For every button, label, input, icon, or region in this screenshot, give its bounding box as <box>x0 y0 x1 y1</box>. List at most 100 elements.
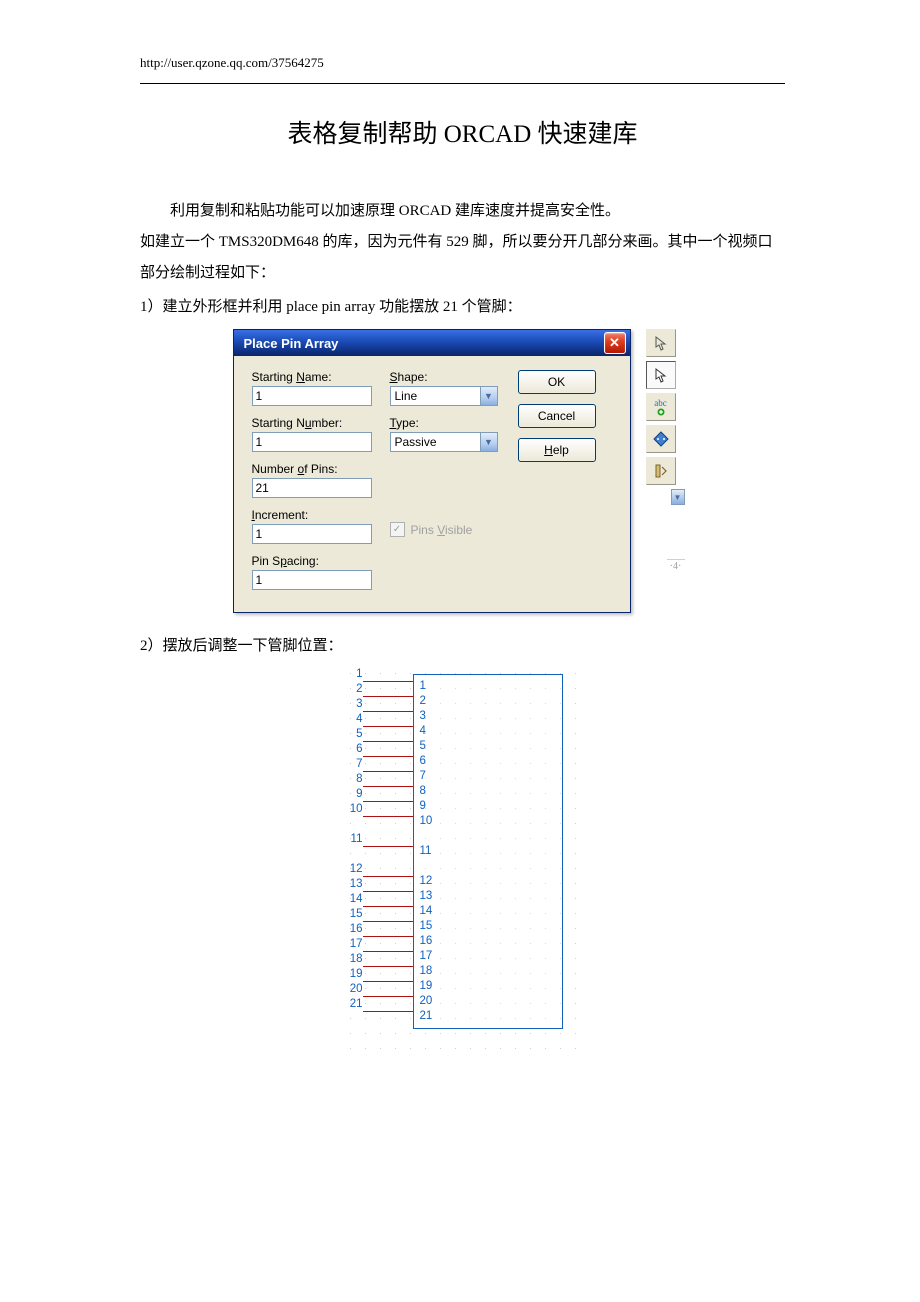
chevron-down-icon: ▼ <box>480 433 497 451</box>
pin-spacing-input[interactable] <box>252 570 372 590</box>
pin-line <box>363 1011 413 1012</box>
number-of-pins-input[interactable] <box>252 478 372 498</box>
pin-line <box>363 996 413 997</box>
pins-visible-checkbox: ✓ Pins Visible <box>390 522 498 537</box>
abc-text-tool-icon[interactable]: abc <box>646 393 676 421</box>
pin-number: 17 <box>343 938 363 950</box>
pin-line <box>363 981 413 982</box>
step-2: 2）摆放后调整一下管脚位置： <box>140 631 785 662</box>
dialog-title: Place Pin Array <box>244 336 339 351</box>
number-of-pins-label: Number of Pins: <box>252 462 372 476</box>
pin-name: 15 <box>420 919 562 934</box>
pin-number: 21 <box>343 998 363 1010</box>
pin-name: 6 <box>420 754 562 769</box>
pin-number: 9 <box>343 788 363 800</box>
pin-row: 10 <box>343 809 413 824</box>
pin-number: 19 <box>343 968 363 980</box>
pin-line <box>363 681 413 682</box>
pin-layout-diagram: 123456789101112131415161718192021 123456… <box>343 666 583 1049</box>
pin-name: 11 <box>420 844 562 859</box>
side-toolbar: abc ▼ ·4· <box>637 329 685 613</box>
pin-number: 18 <box>343 953 363 965</box>
pin-number: 14 <box>343 893 363 905</box>
pin-number: 6 <box>343 743 363 755</box>
pin-number: 20 <box>343 983 363 995</box>
pin-number: 11 <box>343 833 363 845</box>
scroll-strip-icon[interactable]: ▼ <box>671 489 685 505</box>
pin-line <box>363 951 413 952</box>
pin-name: 2 <box>420 694 562 709</box>
pin-name: 10 <box>420 814 562 829</box>
pin-number: 5 <box>343 728 363 740</box>
pin-line <box>363 696 413 697</box>
header-rule <box>140 83 785 84</box>
pin-row: 11 <box>343 839 413 854</box>
place-pin-array-dialog: Place Pin Array ✕ Starting Name: Startin… <box>233 329 631 613</box>
pin-line <box>363 936 413 937</box>
pin-name: 13 <box>420 889 562 904</box>
bracket-tool-icon[interactable] <box>646 457 676 485</box>
pin-name: 7 <box>420 769 562 784</box>
select-tool-icon[interactable] <box>646 361 676 389</box>
pin-name: 9 <box>420 799 562 814</box>
pin-name: 8 <box>420 784 562 799</box>
pin-name: 5 <box>420 739 562 754</box>
increment-label: Increment: <box>252 508 372 522</box>
pin-number: 8 <box>343 773 363 785</box>
starting-name-input[interactable] <box>252 386 372 406</box>
starting-number-label: Starting Number: <box>252 416 372 430</box>
step-1: 1）建立外形框并利用 place pin array 功能摆放 21 个管脚： <box>140 292 785 323</box>
pin-line <box>363 801 413 802</box>
pin-number: 4 <box>343 713 363 725</box>
cancel-button[interactable]: Cancel <box>518 404 596 428</box>
shape-label: Shape: <box>390 370 498 384</box>
pin-line <box>363 891 413 892</box>
grid-zoom-indicator: ·4· <box>667 559 685 572</box>
header-link: http://user.qzone.qq.com/37564275 <box>140 55 785 71</box>
pin-name: 1 <box>420 679 562 694</box>
pin-line <box>363 846 413 847</box>
pin-name: 20 <box>420 994 562 1009</box>
pin-line <box>363 756 413 757</box>
shape-select[interactable]: Line ▼ <box>390 386 498 406</box>
checkbox-icon: ✓ <box>390 522 405 537</box>
pin-name: 4 <box>420 724 562 739</box>
pin-number: 12 <box>343 863 363 875</box>
pin-line <box>363 921 413 922</box>
pin-number: 3 <box>343 698 363 710</box>
type-label: Type: <box>390 416 498 430</box>
increment-input[interactable] <box>252 524 372 544</box>
help-button[interactable]: Help <box>518 438 596 462</box>
chevron-down-icon: ▼ <box>480 387 497 405</box>
pin-name: 21 <box>420 1009 562 1024</box>
pin-line <box>363 786 413 787</box>
pin-spacing-label: Pin Spacing: <box>252 554 372 568</box>
pin-name: 12 <box>420 874 562 889</box>
pin-line <box>363 876 413 877</box>
dialog-titlebar: Place Pin Array ✕ <box>234 330 630 356</box>
pin-name: 17 <box>420 949 562 964</box>
diamond-tool-icon[interactable] <box>646 425 676 453</box>
pin-line <box>363 966 413 967</box>
ok-button[interactable]: OK <box>518 370 596 394</box>
close-icon[interactable]: ✕ <box>604 332 626 354</box>
pin-number: 15 <box>343 908 363 920</box>
pin-name: 16 <box>420 934 562 949</box>
arrow-tool-icon[interactable] <box>646 329 676 357</box>
pin-name: 14 <box>420 904 562 919</box>
pin-name: 18 <box>420 964 562 979</box>
paragraph-1: 利用复制和粘贴功能可以加速原理 ORCAD 建库速度并提高安全性。 <box>140 196 785 227</box>
pin-line <box>363 816 413 817</box>
doc-title: 表格复制帮助 ORCAD 快速建库 <box>140 114 785 150</box>
starting-number-input[interactable] <box>252 432 372 452</box>
pin-name: 19 <box>420 979 562 994</box>
pin-line <box>363 771 413 772</box>
type-select[interactable]: Passive ▼ <box>390 432 498 452</box>
pin-number: 1 <box>343 668 363 680</box>
pin-line <box>363 711 413 712</box>
pin-number: 16 <box>343 923 363 935</box>
pin-number: 10 <box>343 803 363 815</box>
pin-number: 7 <box>343 758 363 770</box>
starting-name-label: Starting Name: <box>252 370 372 384</box>
paragraph-2: 如建立一个 TMS320DM648 的库，因为元件有 529 脚，所以要分开几部… <box>140 227 785 289</box>
